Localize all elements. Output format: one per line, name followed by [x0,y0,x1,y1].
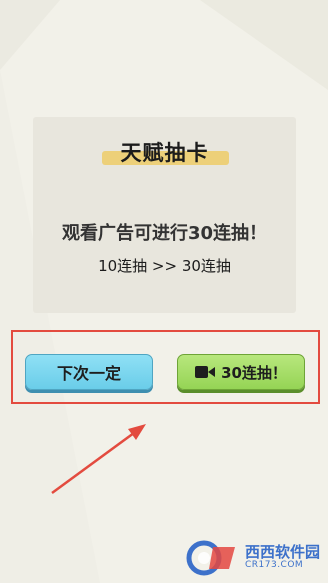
watermark-site: CR173.COM [244,559,304,570]
annotation-arrow-icon [51,424,146,495]
site-watermark: 西西软件园 CR173.COM [185,539,320,577]
watermark-logo-icon [186,540,235,576]
watermark-brand: 西西软件园 [244,542,320,561]
